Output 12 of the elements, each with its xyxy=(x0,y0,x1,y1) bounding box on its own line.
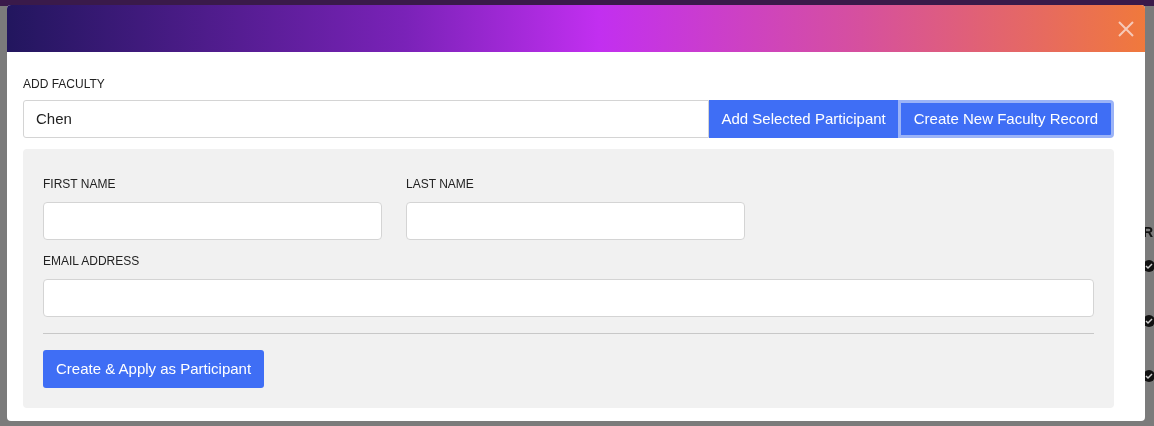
submit-button[interactable]: Create & Apply as Participant xyxy=(43,350,265,388)
input-field[interactable] xyxy=(406,202,745,240)
search-field[interactable]: Chen xyxy=(23,100,710,138)
input-field[interactable] xyxy=(43,202,382,240)
input-field[interactable] xyxy=(43,279,1094,317)
field-label: ADD FACULTY xyxy=(23,76,106,93)
field-label: EMAIL ADDRESS xyxy=(43,253,141,270)
close-icon[interactable] xyxy=(1117,19,1135,38)
action-button[interactable]: Create New Faculty Record xyxy=(897,100,1114,138)
action-button[interactable]: Add Selected Participant xyxy=(709,100,898,138)
field-label: FIRST NAME xyxy=(43,176,117,193)
field-label: LAST NAME xyxy=(406,176,475,193)
